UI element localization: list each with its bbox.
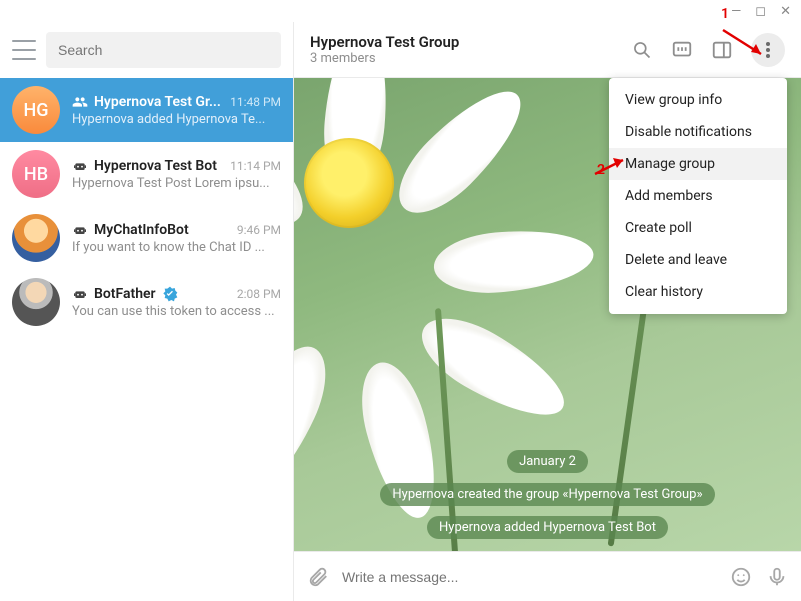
bot-icon xyxy=(72,158,88,174)
chat-body: BotFather 2:08 PM You can use this token… xyxy=(72,286,281,319)
avatar xyxy=(12,278,60,326)
chat-body: Hypernova Test Gr... 11:48 PM Hypernova … xyxy=(72,94,281,127)
search-input[interactable] xyxy=(46,32,281,68)
chat-list-item[interactable]: BotFather 2:08 PM You can use this token… xyxy=(0,270,293,334)
annotation-arrow-1 xyxy=(721,24,771,64)
avatar: HB xyxy=(12,150,60,198)
chat-subtitle: 3 members xyxy=(310,51,619,66)
chat-list: HG Hypernova Test Gr... 11:48 PM Hyperno… xyxy=(0,78,293,601)
menu-icon[interactable] xyxy=(12,40,36,60)
menu-clear-history[interactable]: Clear history xyxy=(609,276,787,308)
annotation-number-2: 2 xyxy=(597,162,605,178)
chat-time: 11:14 PM xyxy=(230,159,281,173)
chat-list-item[interactable]: HG Hypernova Test Gr... 11:48 PM Hyperno… xyxy=(0,78,293,142)
window-maximize[interactable]: ◻ xyxy=(755,5,766,18)
menu-create-poll[interactable]: Create poll xyxy=(609,212,787,244)
main-panel: Hypernova Test Group 3 members xyxy=(294,22,801,601)
chat-preview: Hypernova added Hypernova Te... xyxy=(72,112,281,127)
chat-name-label: Hypernova Test Gr... xyxy=(94,94,221,110)
sidebar: HG Hypernova Test Gr... 11:48 PM Hyperno… xyxy=(0,22,294,601)
group-icon xyxy=(72,94,88,110)
chat-preview: If you want to know the Chat ID ... xyxy=(72,240,281,255)
chat-name-label: BotFather xyxy=(94,286,156,302)
service-message: Hypernova added Hypernova Test Bot xyxy=(427,516,668,539)
chat-name: MyChatInfoBot xyxy=(72,222,189,238)
app-body: HG Hypernova Test Gr... 11:48 PM Hyperno… xyxy=(0,22,801,601)
menu-manage-group[interactable]: Manage group xyxy=(609,148,787,180)
menu-view-group-info[interactable]: View group info xyxy=(609,84,787,116)
composer xyxy=(294,551,801,601)
chat-name: BotFather xyxy=(72,286,178,302)
message-input[interactable] xyxy=(342,569,717,585)
chat-body: MyChatInfoBot 9:46 PM If you want to kno… xyxy=(72,222,281,255)
avatar: HG xyxy=(12,86,60,134)
window-controls: — ◻ ✕ xyxy=(0,0,801,22)
service-message: Hypernova created the group «Hypernova T… xyxy=(380,483,714,506)
mic-icon[interactable] xyxy=(765,565,789,589)
chat-body: Hypernova Test Bot 11:14 PM Hypernova Te… xyxy=(72,158,281,191)
search-field[interactable] xyxy=(58,42,269,58)
chat-preview: Hypernova Test Post Lorem ipsu... xyxy=(72,176,281,191)
verified-icon xyxy=(162,286,178,302)
chat-name-label: MyChatInfoBot xyxy=(94,222,189,238)
more-options-menu: View group info Disable notifications Ma… xyxy=(609,78,787,314)
chat-preview: You can use this token to access ... xyxy=(72,304,281,319)
chat-titles[interactable]: Hypernova Test Group 3 members xyxy=(310,33,619,66)
chat-time: 9:46 PM xyxy=(237,223,281,237)
service-messages: January 2 Hypernova created the group «H… xyxy=(294,450,801,539)
chat-name: Hypernova Test Bot xyxy=(72,158,217,174)
emoji-icon[interactable] xyxy=(729,565,753,589)
attach-icon[interactable] xyxy=(306,565,330,589)
avatar xyxy=(12,214,60,262)
chat-name: Hypernova Test Gr... xyxy=(72,94,221,110)
window-minimize[interactable]: — xyxy=(731,5,741,18)
chat-title: Hypernova Test Group xyxy=(310,33,619,51)
discussion-icon[interactable] xyxy=(671,39,693,61)
bot-icon xyxy=(72,222,88,238)
chat-name-label: Hypernova Test Bot xyxy=(94,158,217,174)
sidebar-top xyxy=(0,22,293,78)
search-icon[interactable] xyxy=(631,39,653,61)
window-close[interactable]: ✕ xyxy=(780,5,791,18)
annotation-number-1: 1 xyxy=(721,6,729,22)
chat-list-item[interactable]: MyChatInfoBot 9:46 PM If you want to kno… xyxy=(0,206,293,270)
menu-delete-and-leave[interactable]: Delete and leave xyxy=(609,244,787,276)
chat-time: 2:08 PM xyxy=(237,287,281,301)
chat-time: 11:48 PM xyxy=(230,95,281,109)
menu-add-members[interactable]: Add members xyxy=(609,180,787,212)
bot-icon xyxy=(72,286,88,302)
menu-disable-notifications[interactable]: Disable notifications xyxy=(609,116,787,148)
date-pill: January 2 xyxy=(507,450,588,473)
chat-list-item[interactable]: HB Hypernova Test Bot 11:14 PM Hypernova… xyxy=(0,142,293,206)
